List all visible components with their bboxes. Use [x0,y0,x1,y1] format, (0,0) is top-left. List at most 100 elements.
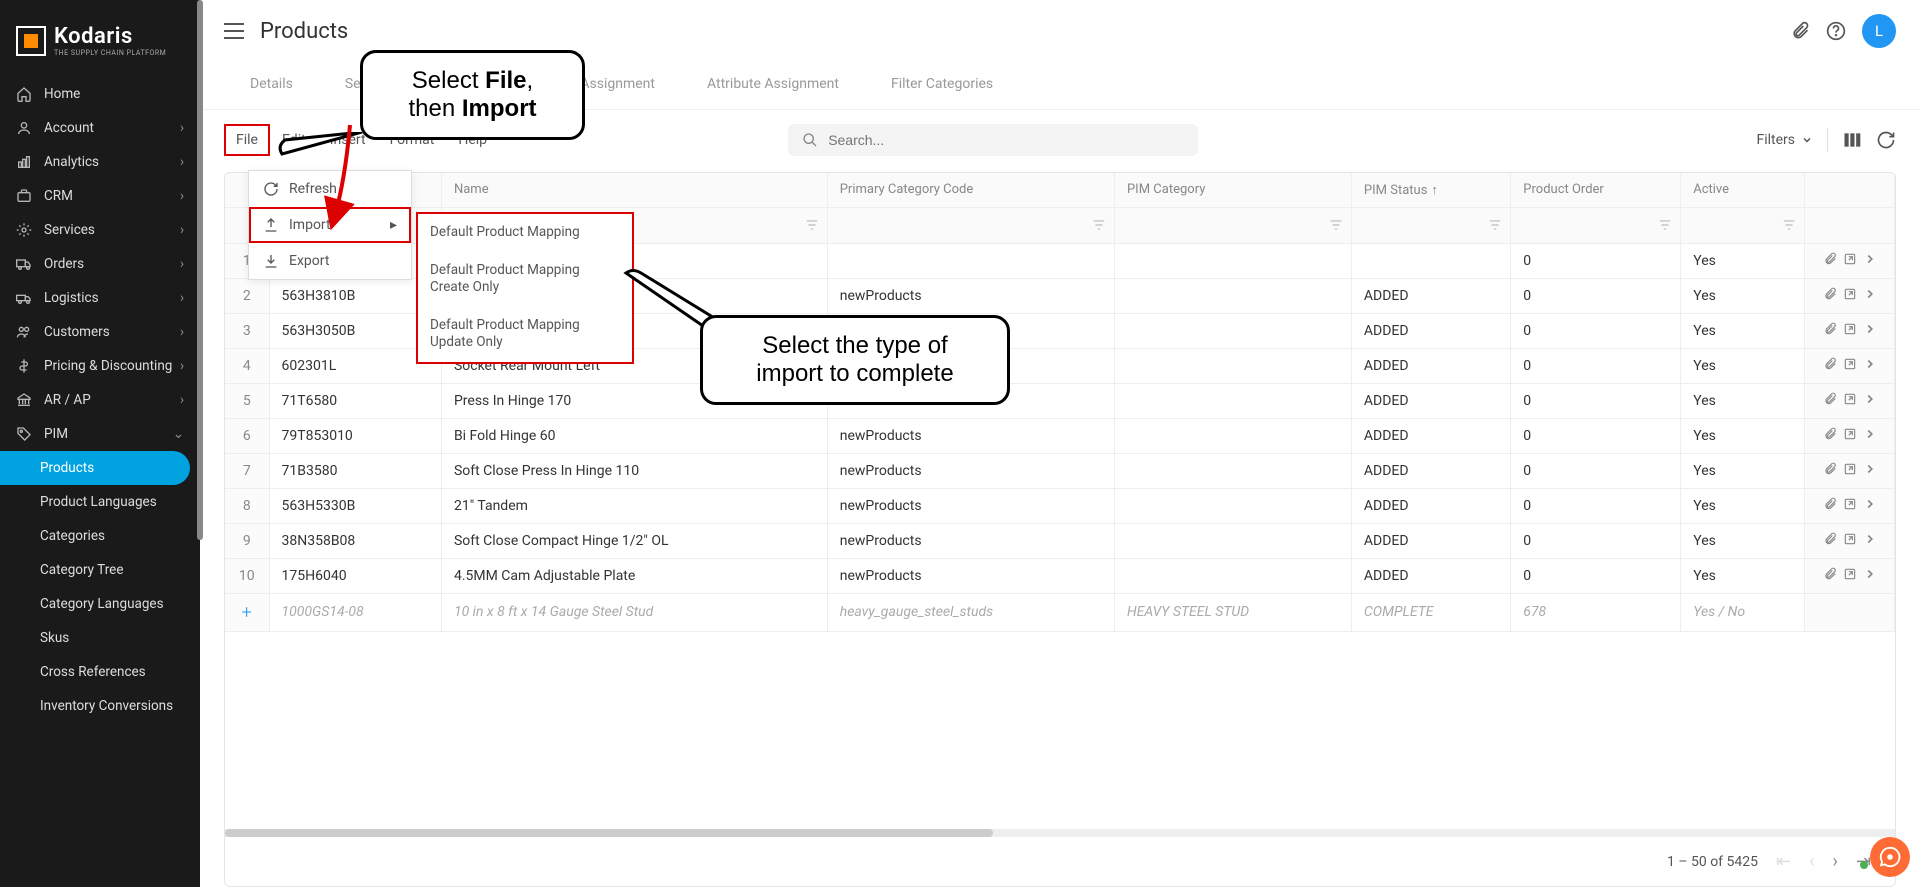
filter-icon[interactable] [1488,218,1502,232]
table-row[interactable]: 8563H5330B21" TandemnewProductsADDED0Yes [225,488,1895,523]
add-row-button[interactable]: + [225,593,269,631]
sidebar-item-skus[interactable]: Skus [0,621,200,655]
column-header[interactable]: Primary Category Code [827,173,1114,207]
filter-icon[interactable] [1329,218,1343,232]
sidebar-scrollbar[interactable] [197,0,203,540]
open-icon[interactable] [1843,567,1857,581]
tab-details[interactable]: Details [224,62,319,109]
menubar-file[interactable]: File [224,124,270,156]
first-page-button[interactable]: ⇤ [1776,851,1791,872]
table-row[interactable]: 771B3580Soft Close Press In Hinge 110new… [225,453,1895,488]
open-icon[interactable] [1843,287,1857,301]
filter-icon[interactable] [1092,218,1106,232]
chevron-right-icon[interactable] [1863,357,1877,371]
attachment-icon[interactable] [1823,322,1837,336]
import-option[interactable]: Default Product Mapping Create Only [418,252,632,307]
help-icon[interactable] [1826,21,1846,41]
column-filter[interactable] [1114,207,1351,243]
sidebar-item-customers[interactable]: Customers› [0,315,200,349]
column-filter[interactable] [1351,207,1510,243]
column-filter[interactable] [1511,207,1681,243]
chevron-right-icon[interactable] [1863,532,1877,546]
tab-filter-categories[interactable]: Filter Categories [865,62,1019,109]
sidebar-item-products[interactable]: Products [0,451,190,485]
column-filter[interactable] [1681,207,1805,243]
attachment-icon[interactable] [1823,427,1837,441]
refresh-icon[interactable] [1876,130,1896,150]
search-input-wrap[interactable] [788,124,1198,156]
horizontal-scrollbar[interactable] [225,829,1895,837]
sidebar-item-orders[interactable]: Orders› [0,247,200,281]
sidebar-item-services[interactable]: Services› [0,213,200,247]
column-header[interactable]: Product Order [1511,173,1681,207]
upload-icon [263,217,279,233]
filter-icon[interactable] [805,218,819,232]
search-input[interactable] [828,132,1184,148]
sidebar-item-category-languages[interactable]: Category Languages [0,587,200,621]
new-row-placeholder[interactable]: +1000GS14-0810 in x 8 ft x 14 Gauge Stee… [225,593,1895,631]
sidebar-item-inventory-conversions[interactable]: Inventory Conversions [0,689,200,723]
open-icon[interactable] [1843,252,1857,266]
sidebar-item-account[interactable]: Account› [0,111,200,145]
chevron-right-icon[interactable] [1863,287,1877,301]
sidebar-item-category-tree[interactable]: Category Tree [0,553,200,587]
sidebar-item-crm[interactable]: CRM› [0,179,200,213]
chevron-right-icon[interactable] [1863,497,1877,511]
chevron-right-icon[interactable] [1863,322,1877,336]
columns-icon[interactable] [1842,130,1862,150]
table-row[interactable]: 571T6580Press In Hinge 170ADDED0Yes [225,383,1895,418]
chevron-right-icon[interactable] [1863,252,1877,266]
filter-icon[interactable] [1782,218,1796,232]
open-icon[interactable] [1843,462,1857,476]
import-option[interactable]: Default Product Mapping [418,214,632,252]
sidebar-item-ar-ap[interactable]: AR / AP› [0,383,200,417]
file-menu-export[interactable]: Export [249,243,411,279]
sidebar-item-logistics[interactable]: Logistics› [0,281,200,315]
chevron-right-icon[interactable] [1863,427,1877,441]
table-row[interactable]: 679T853010Bi Fold Hinge 60newProductsADD… [225,418,1895,453]
attachment-icon[interactable] [1823,462,1837,476]
sidebar-item-pim[interactable]: PIM⌄ [0,417,200,451]
next-page-button[interactable]: › [1833,851,1838,872]
column-header[interactable]: Active [1681,173,1805,207]
import-option[interactable]: Default Product Mapping Update Only [418,307,632,362]
sidebar-item-pricing-discounting[interactable]: Pricing & Discounting› [0,349,200,383]
open-icon[interactable] [1843,392,1857,406]
column-header[interactable]: PIM Status↑ [1351,173,1510,207]
filter-icon[interactable] [1658,218,1672,232]
table-row[interactable]: 938N358B08Soft Close Compact Hinge 1/2" … [225,523,1895,558]
chat-icon [1879,846,1901,868]
attachment-icon[interactable] [1823,497,1837,511]
prev-page-button[interactable]: ‹ [1809,851,1814,872]
chevron-right-icon[interactable] [1863,462,1877,476]
tab-attribute-assignment[interactable]: Attribute Assignment [681,62,865,109]
chevron-right-icon[interactable] [1863,392,1877,406]
attachment-icon[interactable] [1823,287,1837,301]
chat-badge[interactable] [1870,837,1910,877]
attachment-icon[interactable] [1823,532,1837,546]
attachment-icon[interactable] [1823,567,1837,581]
attachment-icon[interactable] [1823,252,1837,266]
truck-icon [16,256,32,272]
avatar[interactable]: L [1862,14,1896,48]
table-row[interactable]: 10175H60404.5MM Cam Adjustable PlatenewP… [225,558,1895,593]
column-header[interactable]: Name [441,173,827,207]
open-icon[interactable] [1843,497,1857,511]
sidebar-item-categories[interactable]: Categories [0,519,200,553]
open-icon[interactable] [1843,427,1857,441]
chevron-right-icon[interactable] [1863,567,1877,581]
sidebar-item-analytics[interactable]: Analytics› [0,145,200,179]
sidebar-item-product-languages[interactable]: Product Languages [0,485,200,519]
attachment-icon[interactable] [1823,357,1837,371]
sidebar-item-cross-references[interactable]: Cross References [0,655,200,689]
open-icon[interactable] [1843,532,1857,546]
sidebar-item-home[interactable]: Home [0,77,200,111]
open-icon[interactable] [1843,322,1857,336]
hamburger-icon[interactable] [224,23,244,39]
open-icon[interactable] [1843,357,1857,371]
attachment-icon[interactable] [1823,392,1837,406]
column-filter[interactable] [827,207,1114,243]
column-header[interactable]: PIM Category [1114,173,1351,207]
attachment-icon[interactable] [1790,21,1810,41]
filters-button[interactable]: Filters [1756,132,1813,148]
